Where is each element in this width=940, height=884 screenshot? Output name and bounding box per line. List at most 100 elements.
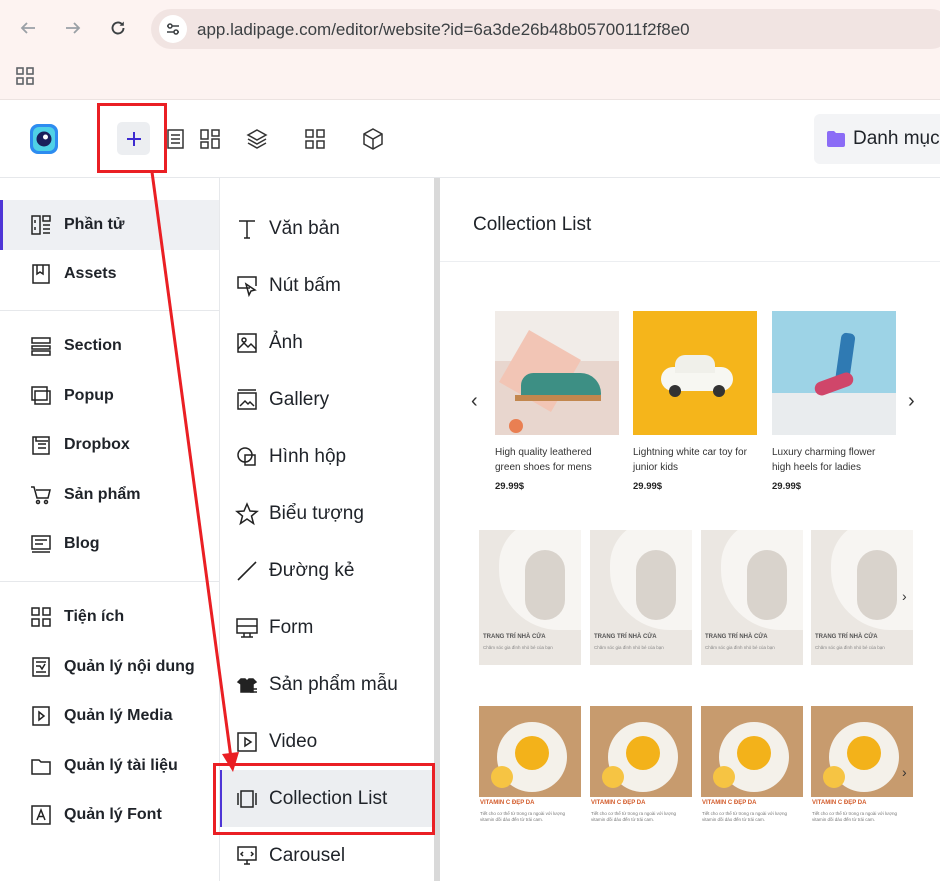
collection-card[interactable]: VITAMIN C ĐẸP DA Tiết cho cơ thể từ tron… [590,706,692,836]
sidebar-item-documents[interactable]: Quản lý tài liệu [0,741,219,791]
product-card[interactable]: High quality leathered green shoes for m… [495,311,619,492]
element-button[interactable]: Nút bấm [220,257,435,314]
element-line[interactable]: Đường kẻ [220,542,435,599]
element-label: Gallery [269,388,330,410]
sidebar-item-content[interactable]: Quản lý nội dung [0,642,219,692]
orange-photo [701,706,803,797]
chevron-right-icon[interactable]: › [908,390,915,413]
cursor-click-icon [237,275,257,297]
sidebar-item-label: Sản phẩm [64,486,141,503]
collection-card[interactable]: TRANG TRÍ NHÀ CỬA Chăm sóc gia đình nhỏ … [701,530,803,665]
sidebar-item-label: Quản lý nội dung [64,658,195,675]
element-form[interactable]: Form [220,599,435,656]
layout-icon[interactable] [198,127,222,151]
sidebar-item-assets[interactable]: Assets [0,249,219,299]
product-image-car [633,311,757,435]
product-price: 29.99$ [633,481,663,492]
collection-card[interactable]: TRANG TRÍ NHÀ CỬA Chăm sóc gia đình nhỏ … [479,530,581,665]
orange-photo [590,706,692,797]
dropbox-icon [32,436,50,455]
site-settings-icon[interactable] [159,15,187,43]
sidebar-item-label: Quản lý tài liệu [64,757,178,774]
element-label: Carousel [269,844,346,866]
sidebar-item-blog[interactable]: Blog [0,519,219,569]
sidebar-item-media[interactable]: Quản lý Media [0,691,219,741]
font-icon [31,805,51,825]
ladipage-logo[interactable] [27,122,61,161]
chevron-right-icon[interactable]: › [902,588,907,604]
forward-icon[interactable] [60,15,86,41]
collection-card[interactable]: VITAMIN C ĐẸP DA Tiết cho cơ thể từ tron… [701,706,803,836]
sidebar-item-dropbox[interactable]: Dropbox [0,420,219,470]
element-preview: Collection List ‹ › High quality leather… [440,178,940,881]
layers-icon[interactable] [245,127,269,151]
line-icon [237,560,257,581]
element-video[interactable]: Video [220,713,435,770]
divider [0,581,219,582]
url-text: app.ladipage.com/editor/website?id=6a3de… [197,20,690,39]
card-subtitle: Tiết cho cơ thể từ trong ra ngoài với lư… [812,811,897,822]
sidebar-item-fonts[interactable]: Quản lý Font [0,790,219,840]
apps-grid-icon[interactable] [15,66,35,91]
collection-card[interactable]: VITAMIN C ĐẸP DA Tiết cho cơ thể từ tron… [811,706,913,836]
orange-photo [479,706,581,797]
element-icon[interactable]: Biểu tượng [220,485,435,542]
sidebar-item-products[interactable]: Sản phẩm [0,470,219,520]
text-icon [239,219,255,239]
back-icon[interactable] [15,15,41,41]
collection-card[interactable]: TRANG TRÍ NHÀ CỬA Chăm sóc gia đình nhỏ … [811,530,913,665]
card-caption: VITAMIN C ĐẸP DA [812,800,867,806]
collection-card[interactable]: VITAMIN C ĐẸP DA Tiết cho cơ thể từ tron… [479,706,581,836]
sidebar-item-popup[interactable]: Popup [0,371,219,421]
sidebar-item-label: Quản lý Media [64,707,173,724]
section-icon [31,337,51,356]
product-name: High quality leathered green shoes for m… [495,447,592,473]
star-icon [235,501,259,525]
product-price: 29.99$ [772,481,802,492]
sidebar-item-label: Tiện ích [64,608,125,625]
card-subtitle: Tiết cho cơ thể từ trong ra ngoài với lư… [702,811,787,822]
folder-outline-icon [31,759,51,775]
product-icon [236,677,258,693]
address-bar[interactable]: app.ladipage.com/editor/website?id=6a3de… [151,9,940,49]
reload-icon[interactable] [105,15,131,41]
left-sidebar: Phần tử Assets Section Popup Dropbox Sản… [0,178,220,881]
product-name: Lightning white car toy for junior kids [633,447,747,473]
card-subtitle: Chăm sóc gia đình nhỏ bé của bạn [815,645,885,650]
chevron-left-icon[interactable]: ‹ [471,390,478,413]
card-subtitle: Chăm sóc gia đình nhỏ bé của bạn [594,645,664,650]
video-icon [237,731,257,752]
box-icon[interactable] [361,127,385,151]
card-caption: TRANG TRÍ NHÀ CỬA [705,634,768,640]
widgets-icon [31,607,51,627]
content-icon [32,657,50,677]
element-text[interactable]: Văn bản [220,200,435,257]
cart-icon [31,486,51,505]
sidebar-item-section[interactable]: Section [0,321,219,371]
gallery-icon [237,388,257,410]
element-carousel[interactable]: Carousel [220,827,435,884]
sidebar-item-elements[interactable]: Phần tử [0,200,219,250]
form-icon [236,617,258,638]
product-card[interactable]: Lightning white car toy for junior kids … [633,311,757,492]
bookmark-icon [32,264,50,284]
element-sample-product[interactable]: Sản phẩm mẫu [220,656,435,713]
sidebar-item-label: Assets [64,265,117,282]
shapes-icon [237,446,256,466]
card-caption: TRANG TRÍ NHÀ CỬA [594,634,657,640]
element-label: Form [269,616,314,638]
highlight-collection-list [213,763,435,835]
chevron-right-icon[interactable]: › [902,764,907,780]
sidebar-item-utilities[interactable]: Tiện ích [0,592,219,642]
product-image-shoes [495,311,619,435]
category-button[interactable]: Danh mục [814,114,940,164]
element-gallery[interactable]: Gallery [220,371,435,428]
product-image-heels [772,311,896,435]
collection-card[interactable]: TRANG TRÍ NHÀ CỬA Chăm sóc gia đình nhỏ … [590,530,692,665]
sidebar-item-label: Blog [64,535,100,552]
product-card[interactable]: Luxury charming flower high heels for la… [772,311,896,492]
apps-icon[interactable] [303,127,327,151]
card-caption: VITAMIN C ĐẸP DA [480,800,535,806]
element-shape[interactable]: Hình hộp [220,428,435,485]
element-image[interactable]: Ảnh [220,314,435,371]
